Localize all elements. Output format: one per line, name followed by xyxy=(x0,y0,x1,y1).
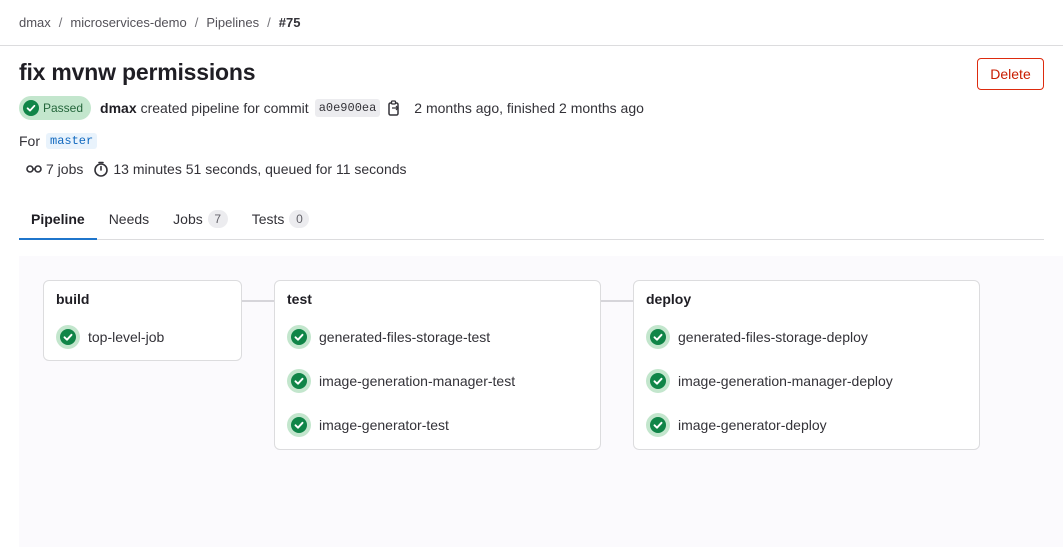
job-item[interactable]: image-generation-manager-deploy xyxy=(646,369,893,393)
breadcrumb-item-pipelines[interactable]: Pipelines xyxy=(206,15,259,30)
page-title: fix mvnw permissions xyxy=(19,59,256,85)
job-item[interactable]: image-generator-deploy xyxy=(646,413,827,437)
timer-icon xyxy=(94,161,109,177)
job-item[interactable]: generated-files-storage-deploy xyxy=(646,325,868,349)
pipeline-icon xyxy=(26,165,42,173)
stage-title: build xyxy=(56,291,90,307)
branch-row: For master xyxy=(19,131,98,151)
stage-build: build top-level-job xyxy=(43,280,242,361)
status-success-icon xyxy=(23,100,39,116)
job-name: image-generator-deploy xyxy=(678,417,827,433)
for-label: For xyxy=(19,133,40,149)
status-success-icon xyxy=(287,325,311,349)
breadcrumb-item-project[interactable]: microservices-demo xyxy=(70,15,186,30)
job-name: image-generation-manager-test xyxy=(319,373,516,389)
pipeline-graph: build top-level-job test generated-files… xyxy=(19,256,1063,547)
created-text: created pipeline for commit xyxy=(140,100,309,116)
breadcrumb-separator: / xyxy=(58,14,63,30)
status-label: Passed xyxy=(43,101,84,115)
status-success-icon xyxy=(646,325,670,349)
breadcrumb-separator: / xyxy=(194,14,199,30)
stage-connector xyxy=(600,300,633,302)
stage-connector xyxy=(241,300,274,302)
job-name: image-generator-test xyxy=(319,417,449,433)
tab-pipeline[interactable]: Pipeline xyxy=(19,198,97,240)
tab-label: Pipeline xyxy=(31,211,85,227)
delete-button[interactable]: Delete xyxy=(977,58,1044,90)
header-divider xyxy=(0,45,1063,46)
status-success-icon xyxy=(646,413,670,437)
jobs-count-text: 7 jobs xyxy=(46,161,84,177)
status-success-icon xyxy=(646,369,670,393)
status-success-icon xyxy=(287,369,311,393)
tab-needs[interactable]: Needs xyxy=(97,198,161,240)
breadcrumb-current[interactable]: #75 xyxy=(279,15,301,30)
job-name: generated-files-storage-test xyxy=(319,329,491,345)
tab-tests[interactable]: Tests 0 xyxy=(240,198,322,240)
breadcrumb-item-user[interactable]: dmax xyxy=(19,15,51,30)
stage-title: deploy xyxy=(646,291,692,307)
job-item[interactable]: generated-files-storage-test xyxy=(287,325,490,349)
pipeline-tabs: Pipeline Needs Jobs 7 Tests 0 xyxy=(19,198,1044,240)
status-success-icon xyxy=(56,325,80,349)
tab-label: Needs xyxy=(108,211,150,227)
time-text: 2 months ago, finished 2 months ago xyxy=(414,100,644,116)
job-name: generated-files-storage-deploy xyxy=(678,329,868,345)
breadcrumb-separator: / xyxy=(267,14,271,30)
pipeline-stats: 7 jobs 13 minutes 51 seconds, queued for… xyxy=(26,159,407,179)
status-badge[interactable]: Passed xyxy=(19,96,92,120)
duration-text: 13 minutes 51 seconds, queued for 11 sec… xyxy=(113,161,407,177)
commit-sha[interactable]: a0e900ea xyxy=(314,99,381,117)
pipeline-meta: Passed dmax created pipeline for commit … xyxy=(19,96,644,120)
tab-label: Jobs xyxy=(173,211,203,227)
stage-deploy: deploy generated-files-storage-deploy im… xyxy=(633,280,980,450)
jobs-count-badge: 7 xyxy=(207,210,228,228)
copy-to-clipboard-icon[interactable] xyxy=(388,100,404,116)
stage-test: test generated-files-storage-test image-… xyxy=(274,280,601,450)
job-item[interactable]: image-generation-manager-test xyxy=(287,369,515,393)
status-success-icon xyxy=(287,413,311,437)
breadcrumb: dmax / microservices-demo / Pipelines / … xyxy=(19,14,300,30)
job-name: image-generation-manager-deploy xyxy=(678,373,893,389)
author-link[interactable]: dmax xyxy=(100,100,137,116)
branch-link[interactable]: master xyxy=(46,133,98,149)
job-name: top-level-job xyxy=(88,329,165,345)
stage-title: test xyxy=(287,291,312,307)
job-item[interactable]: image-generator-test xyxy=(287,413,449,437)
tab-label: Tests xyxy=(251,211,285,227)
tests-count-badge: 0 xyxy=(289,210,310,228)
job-item[interactable]: top-level-job xyxy=(56,325,164,349)
tab-jobs[interactable]: Jobs 7 xyxy=(161,198,240,240)
